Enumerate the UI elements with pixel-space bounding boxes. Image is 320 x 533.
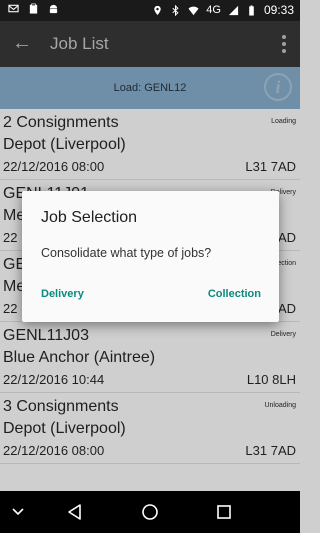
network-type: 4G: [206, 4, 221, 16]
email-icon: [8, 4, 19, 13]
wifi-icon: [188, 6, 199, 15]
signal-icon: [228, 5, 239, 15]
bluetooth-icon: [172, 4, 179, 16]
location-icon: [154, 5, 161, 15]
dialog-title: Job Selection: [41, 209, 138, 226]
job-selection-dialog: Job Selection Consolidate what type of j…: [22, 191, 279, 322]
status-time: 09:33: [263, 3, 294, 17]
clipboard-icon: [29, 3, 38, 14]
status-bar: 4G 09:33: [0, 0, 300, 21]
battery-icon: [249, 4, 254, 16]
navigation-bar: [0, 491, 300, 533]
delivery-button[interactable]: Delivery: [41, 288, 84, 300]
back-icon[interactable]: [66, 503, 84, 521]
collection-button[interactable]: Collection: [208, 288, 261, 300]
home-icon[interactable]: [141, 503, 159, 521]
android-icon: [49, 4, 58, 14]
recents-icon[interactable]: [216, 504, 232, 520]
dialog-message: Consolidate what type of jobs?: [41, 246, 212, 260]
hide-keyboard-icon[interactable]: [11, 506, 25, 518]
